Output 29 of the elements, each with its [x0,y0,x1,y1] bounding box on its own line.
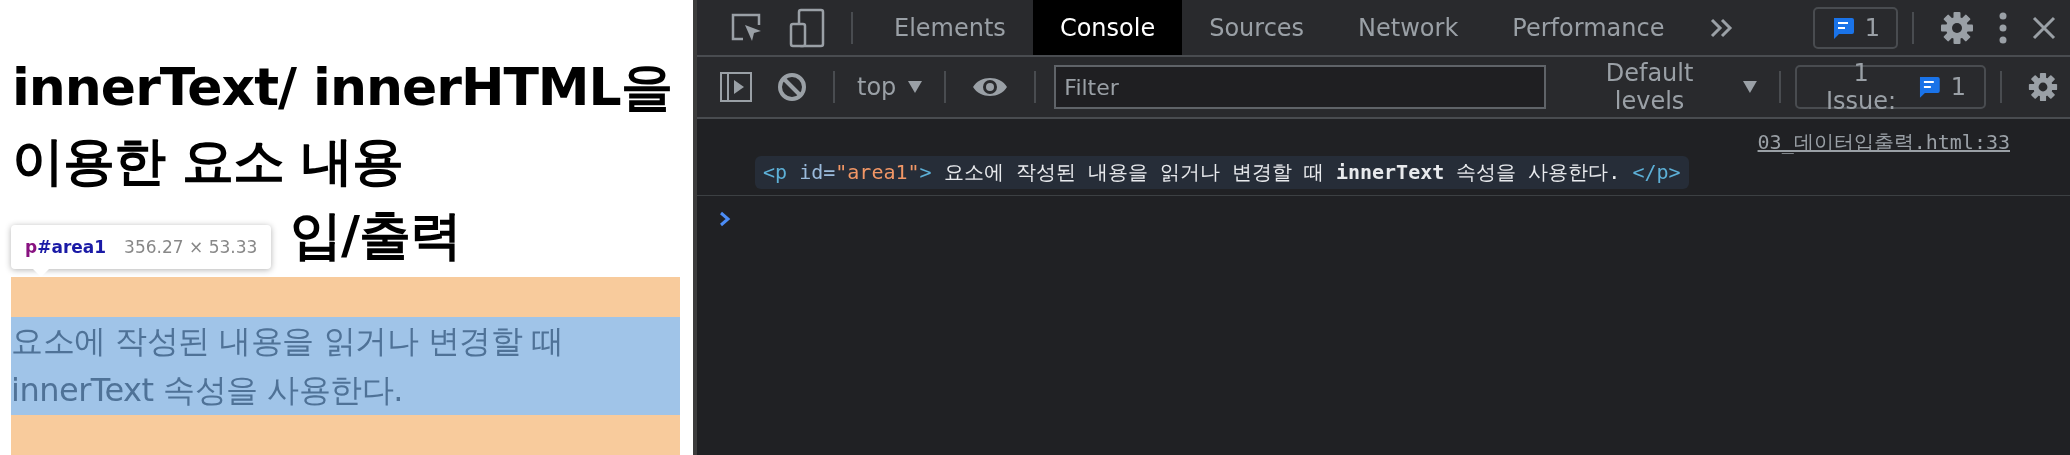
filter-field[interactable]: Filter [1054,65,1546,109]
device-icon[interactable] [789,7,825,48]
console-message[interactable]: <p id="area1"> 요소에 작성된 내용을 읽거나 변경할 때 innerText 속성을 사용한다. </p> [755,156,1689,189]
source-link[interactable]: 03_데이터입출력.html:33 [1757,129,2010,156]
devtools-tab[interactable]: Performance [1485,0,1692,55]
eye-icon[interactable] [972,75,1009,99]
heading-line: innerText/ innerHTML을 [12,56,672,119]
log-levels-dropdown[interactable]: Default levels [1559,59,1766,115]
context-dropdown[interactable]: top [849,73,931,101]
close-icon[interactable] [2032,15,2056,40]
sidebar-toggle-icon[interactable] [719,71,753,103]
devtools-tab[interactable]: Sources [1182,0,1332,55]
caret-icon [1743,81,1758,93]
issues-button[interactable]: 1 Issue: 1 [1795,65,1986,109]
issues-button[interactable]: 1 [1812,6,1898,49]
heading-line: 입/출력 [290,204,461,267]
heading-line: 이용한 요소 내용 [12,130,404,193]
paragraph: 요소에 작성된 내용을 읽거나 변경할 때 innerText 속성을 사용한다. [11,321,565,411]
element-size: 356.27 × 53.33 [124,237,258,257]
devtools-tab[interactable]: Console [1032,0,1183,55]
caret-icon [908,81,923,93]
more-options-icon[interactable] [1998,10,2008,45]
prompt-icon [719,211,731,227]
clear-console-icon[interactable] [777,72,807,102]
devtools-tab[interactable]: Elements [867,0,1033,55]
message-icon [1917,75,1941,99]
settings-icon[interactable] [1940,10,1974,45]
devtools-tab[interactable]: Network [1331,0,1486,55]
element-selector: p#area1 [25,237,107,257]
